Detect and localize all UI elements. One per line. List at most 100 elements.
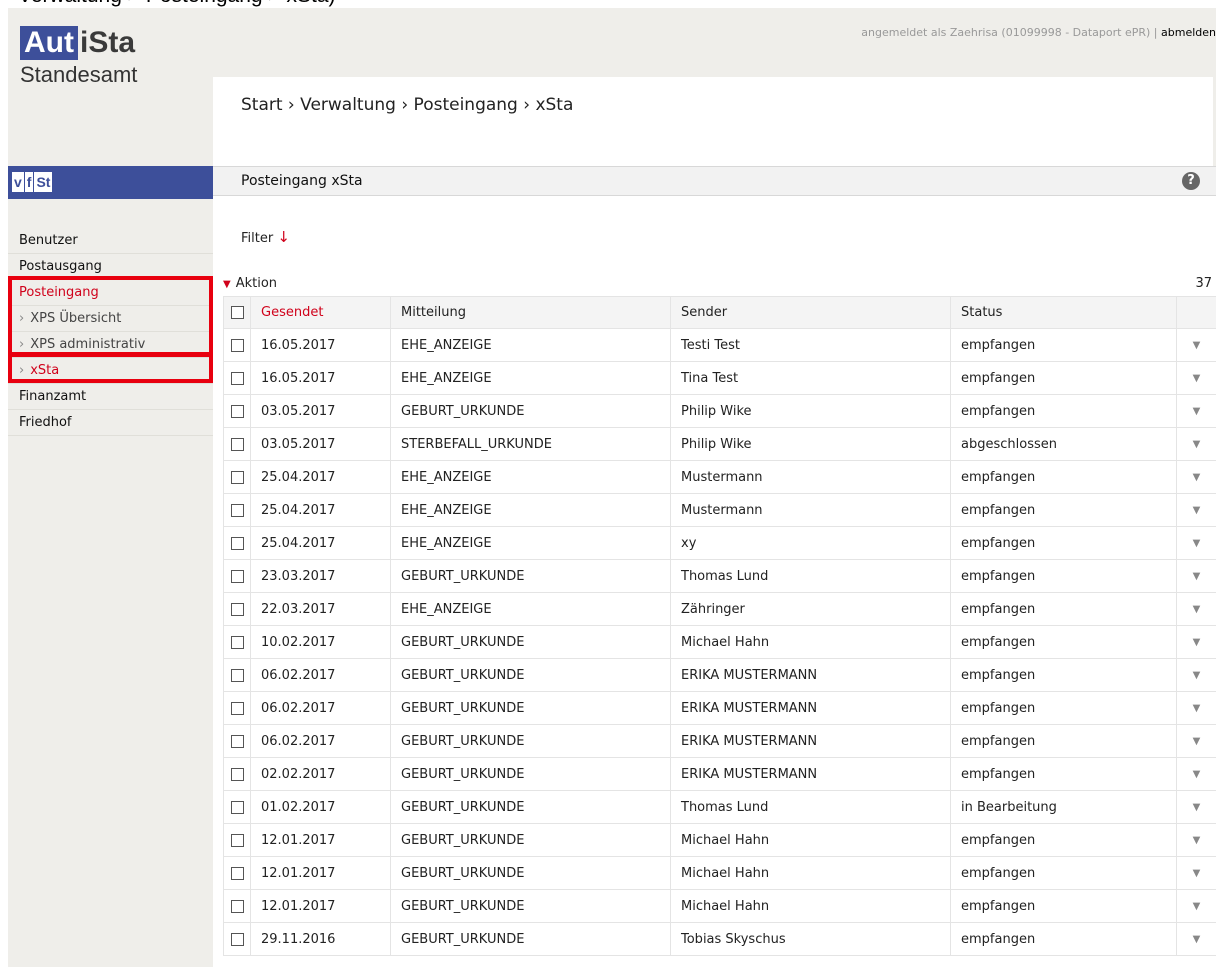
table-row[interactable]: 03.05.2017 GEBURT_URKUNDE Philip Wike empfa… — [223, 394, 1216, 428]
logout-link[interactable]: abmelden — [1161, 26, 1216, 39]
row-menu-icon[interactable]: ▼ — [1176, 691, 1216, 725]
cell-gesendet: 02.02.2017 — [250, 757, 391, 791]
cell-sender: ERIKA MUSTERMANN — [670, 724, 951, 758]
sidebar-item-posteingang[interactable]: Posteingang — [8, 280, 213, 306]
row-checkbox[interactable] — [230, 371, 244, 385]
select-all-checkbox[interactable] — [230, 306, 244, 319]
sidebar-item-benutzer[interactable]: Benutzer — [8, 228, 213, 254]
row-menu-icon[interactable]: ▼ — [1176, 625, 1216, 659]
row-menu-icon[interactable]: ▼ — [1176, 460, 1216, 494]
cell-sender: Thomas Lund — [670, 559, 951, 593]
table-row[interactable]: 06.02.2017 GEBURT_URKUNDE ERIKA MUSTERMANN… — [223, 658, 1216, 692]
column-header-gesendet[interactable]: Gesendet — [250, 296, 391, 329]
table-row[interactable]: 06.02.2017 GEBURT_URKUNDE ERIKA MUSTERMANN… — [223, 691, 1216, 725]
table-row[interactable]: 10.02.2017 GEBURT_URKUNDE Michael Hahn empf… — [223, 625, 1216, 659]
content-panel: Posteingang xSta ? Filter ↓ ▼ Aktion 37 G… — [213, 166, 1216, 967]
sidebar-item-finanzamt[interactable]: Finanzamt — [8, 384, 213, 410]
row-checkbox[interactable] — [230, 602, 244, 616]
sidebar-item-postausgang[interactable]: Postausgang — [8, 254, 213, 280]
cell-sender: Philip Wike — [670, 427, 951, 461]
row-checkbox[interactable] — [230, 668, 244, 682]
panel-title: Posteingang xSta — [241, 173, 363, 189]
table-row[interactable]: 25.04.2017 EHE_ANZEIGE xy empfangen ▼ — [223, 526, 1216, 560]
aktion-toggle[interactable]: ▼ Aktion — [223, 276, 277, 291]
cell-status: empfangen — [950, 724, 1177, 758]
cell-sender: ERIKA MUSTERMANN — [670, 658, 951, 692]
cell-gesendet: 10.02.2017 — [250, 625, 391, 659]
row-menu-icon[interactable]: ▼ — [1176, 394, 1216, 428]
cell-gesendet: 03.05.2017 — [250, 427, 391, 461]
row-menu-icon[interactable]: ▼ — [1176, 757, 1216, 791]
row-checkbox[interactable] — [230, 866, 244, 880]
row-menu-icon[interactable]: ▼ — [1176, 526, 1216, 560]
row-menu-icon[interactable]: ▼ — [1176, 559, 1216, 593]
row-checkbox[interactable] — [230, 635, 244, 649]
row-checkbox[interactable] — [230, 899, 244, 913]
row-checkbox[interactable] — [230, 470, 244, 484]
row-menu-icon[interactable]: ▼ — [1176, 361, 1216, 395]
sidebar-item-xsta[interactable]: › xSta — [8, 358, 213, 384]
column-header-mitteilung[interactable]: Mitteilung — [390, 296, 671, 329]
table-row[interactable]: 22.03.2017 EHE_ANZEIGE Zähringer empfangen ▼ — [223, 592, 1216, 626]
row-checkbox[interactable] — [230, 800, 244, 814]
cell-sender: Tobias Skyschus — [670, 922, 951, 956]
row-checkbox[interactable] — [230, 767, 244, 781]
table-row[interactable]: 25.04.2017 EHE_ANZEIGE Mustermann empfangen… — [223, 493, 1216, 527]
row-menu-icon[interactable]: ▼ — [1176, 856, 1216, 890]
sidebar-item-label: Postausgang — [19, 259, 102, 274]
row-menu-icon[interactable]: ▼ — [1176, 823, 1216, 857]
row-checkbox[interactable] — [230, 503, 244, 517]
row-menu-icon[interactable]: ▼ — [1176, 790, 1216, 824]
table-row[interactable]: 16.05.2017 EHE_ANZEIGE Testi Test empfangen… — [223, 328, 1216, 362]
table-row[interactable]: 16.05.2017 EHE_ANZEIGE Tina Test empfangen ▼ — [223, 361, 1216, 395]
row-checkbox[interactable] — [230, 536, 244, 550]
table-row[interactable]: 25.04.2017 EHE_ANZEIGE Mustermann empfangen… — [223, 460, 1216, 494]
table-row[interactable]: 23.03.2017 GEBURT_URKUNDE Thomas Lund empfa… — [223, 559, 1216, 593]
table-row[interactable]: 01.02.2017 GEBURT_URKUNDE Thomas Lund in Be… — [223, 790, 1216, 824]
table-row[interactable]: 12.01.2017 GEBURT_URKUNDE Michael Hahn empf… — [223, 823, 1216, 857]
filter-toggle[interactable]: Filter ↓ — [241, 228, 290, 246]
row-menu-icon[interactable]: ▼ — [1176, 922, 1216, 956]
cell-status: empfangen — [950, 493, 1177, 527]
row-menu-icon[interactable]: ▼ — [1176, 493, 1216, 527]
cell-mitteilung: GEBURT_URKUNDE — [390, 559, 671, 593]
column-header-status[interactable]: Status — [950, 296, 1177, 329]
row-menu-icon[interactable]: ▼ — [1176, 658, 1216, 692]
row-checkbox[interactable] — [230, 833, 244, 847]
column-header-sender[interactable]: Sender — [670, 296, 951, 329]
cell-gesendet: 25.04.2017 — [250, 460, 391, 494]
row-menu-icon[interactable]: ▼ — [1176, 724, 1216, 758]
row-menu-icon[interactable]: ▼ — [1176, 427, 1216, 461]
row-checkbox[interactable] — [230, 701, 244, 715]
row-checkbox[interactable] — [230, 569, 244, 583]
cell-gesendet: 22.03.2017 — [250, 592, 391, 626]
select-all-cell — [223, 296, 251, 329]
help-icon[interactable]: ? — [1182, 172, 1200, 190]
row-select-cell — [223, 361, 251, 395]
row-menu-icon[interactable]: ▼ — [1176, 328, 1216, 362]
cell-gesendet: 25.04.2017 — [250, 526, 391, 560]
cell-gesendet: 12.01.2017 — [250, 856, 391, 890]
row-checkbox[interactable] — [230, 338, 244, 352]
sidebar-item-xps-administrativ[interactable]: › XPS administrativ — [8, 332, 213, 358]
row-checkbox[interactable] — [230, 932, 244, 946]
row-select-cell — [223, 724, 251, 758]
table-row[interactable]: 06.02.2017 GEBURT_URKUNDE ERIKA MUSTERMANN… — [223, 724, 1216, 758]
caption-text: Verwaltung > Posteingang > xSta) — [18, 0, 336, 8]
cell-sender: Mustermann — [670, 493, 951, 527]
table-row[interactable]: 29.11.2016 GEBURT_URKUNDE Tobias Skyschus e… — [223, 922, 1216, 956]
table-row[interactable]: 02.02.2017 GEBURT_URKUNDE ERIKA MUSTERMANN… — [223, 757, 1216, 791]
chevron-right-icon: › — [19, 311, 25, 326]
row-checkbox[interactable] — [230, 437, 244, 451]
table-row[interactable]: 03.05.2017 STERBEFALL_URKUNDE Philip Wike a… — [223, 427, 1216, 461]
row-checkbox[interactable] — [230, 404, 244, 418]
table-row[interactable]: 12.01.2017 GEBURT_URKUNDE Michael Hahn empf… — [223, 856, 1216, 890]
row-menu-icon[interactable]: ▼ — [1176, 592, 1216, 626]
sidebar-item-friedhof[interactable]: Friedhof — [8, 410, 213, 436]
cell-status: empfangen — [950, 526, 1177, 560]
sidebar-item-xps-uebersicht[interactable]: › XPS Übersicht — [8, 306, 213, 332]
row-checkbox[interactable] — [230, 734, 244, 748]
login-info: angemeldet als Zaehrisa (01099998 - Data… — [861, 26, 1151, 39]
table-row[interactable]: 12.01.2017 GEBURT_URKUNDE Michael Hahn empf… — [223, 889, 1216, 923]
row-menu-icon[interactable]: ▼ — [1176, 889, 1216, 923]
